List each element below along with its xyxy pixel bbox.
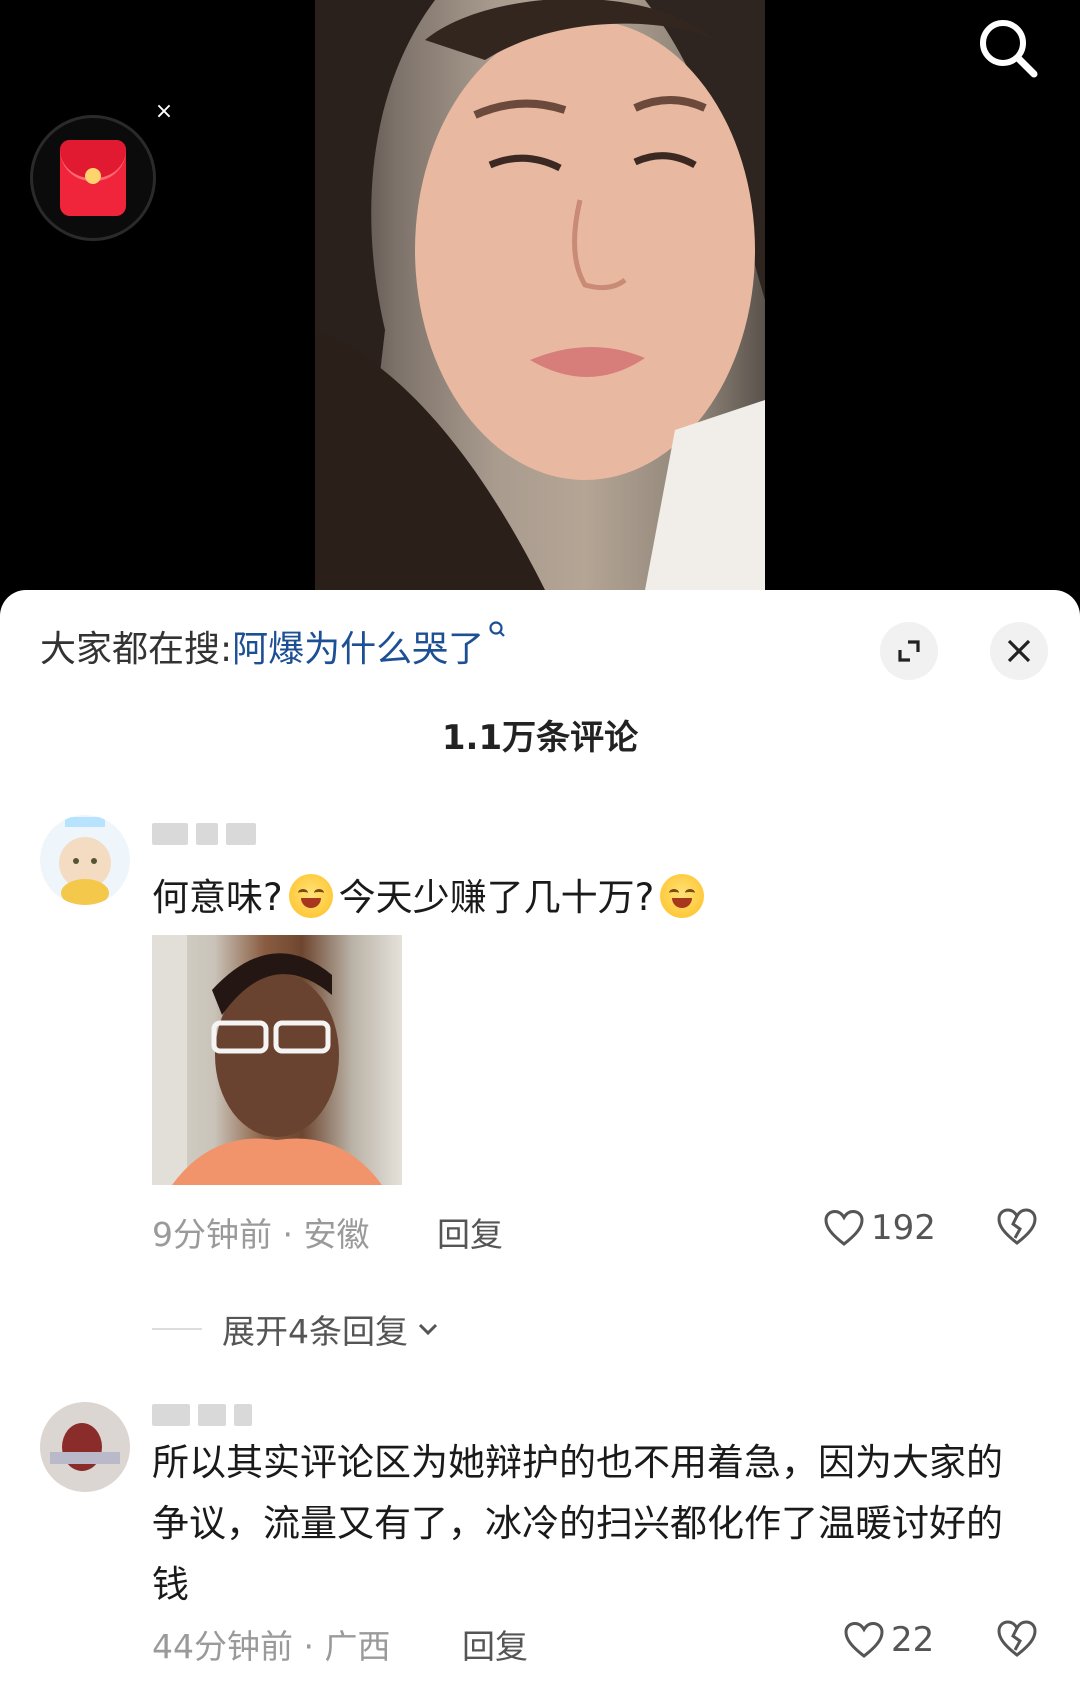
expand-icon [898,640,920,662]
trending-search[interactable]: 大家都在搜:阿爆为什么哭了 [40,620,508,672]
comment-meta: 44分钟前 · 广西 [152,1627,391,1666]
red-packet-button[interactable] [30,115,156,241]
avatar[interactable] [40,815,130,905]
close-sheet-button[interactable] [990,622,1048,680]
comment-sheet: 大家都在搜:阿爆为什么哭了 1.1万条评论 何意味? 今天少赚了几十万? 9分钟… [0,590,1080,1705]
video-person-image [315,0,765,590]
comment-text-part1: 何意味? [152,876,283,919]
reply-button[interactable]: 回复 [462,1620,528,1668]
like-button[interactable]: 192 [823,1208,936,1248]
avatar[interactable] [40,1402,130,1492]
heart-icon [844,1621,884,1658]
comment-count: 1.1万条评论 [441,718,639,758]
trending-search-keyword[interactable]: 阿爆为什么哭了 [232,629,484,670]
dislike-button[interactable] [996,1207,1038,1251]
trending-search-prefix: 大家都在搜: [40,629,233,670]
emoji-icon [288,874,333,918]
expand-replies-button[interactable]: 展开4条回复 [152,1305,442,1353]
search-icon [980,20,1038,78]
emoji-icon [660,874,705,918]
red-packet-close-icon[interactable]: × [152,100,176,124]
chevron-down-icon [418,1323,438,1336]
dislike-button[interactable] [996,1619,1038,1663]
comment-meta: 9分钟前 · 安徽 [152,1215,370,1254]
video-frame[interactable] [315,0,765,590]
divider-line [152,1328,202,1330]
username-blurred[interactable] [152,823,272,853]
comment-text: 何意味? 今天少赚了几十万? [152,867,1030,928]
expand-button[interactable] [880,622,938,680]
reply-button[interactable]: 回复 [437,1208,503,1256]
avatar-image [59,817,111,905]
avatar-image [40,1402,130,1492]
meme-image [152,935,382,1185]
expand-replies-label: 展开4条回复 [222,1312,408,1351]
like-count: 192 [871,1208,936,1248]
like-button[interactable]: 22 [843,1620,934,1660]
comment-image[interactable] [152,935,402,1185]
username-blurred[interactable] [152,1404,272,1434]
comment-text-part2: 今天少赚了几十万? [338,876,655,919]
comment-item: 何意味? 今天少赚了几十万? 9分钟前 · 安徽 回复 192 [0,815,1080,1254]
heart-icon [824,1209,864,1246]
close-icon [1007,639,1031,663]
comment-text: 所以其实评论区为她辩护的也不用着急，因为大家的争议，流量又有了，冰冷的扫兴都化作… [152,1441,1003,1606]
video-player[interactable]: × [0,0,1080,600]
small-search-icon [489,621,505,637]
like-count: 22 [891,1620,935,1660]
comment-item: 所以其实评论区为她辩护的也不用着急，因为大家的争议，流量又有了，冰冷的扫兴都化作… [0,1390,1080,1705]
red-packet-icon [60,140,126,216]
search-button[interactable] [970,10,1050,90]
broken-heart-icon [997,1620,1037,1657]
broken-heart-icon [997,1208,1037,1245]
